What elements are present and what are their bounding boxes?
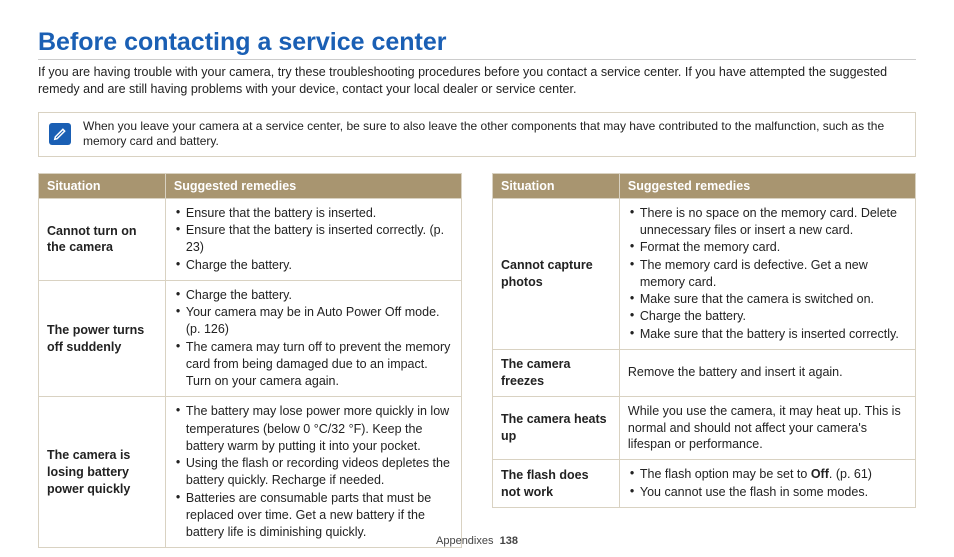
- th-remedies: Suggested remedies: [165, 173, 461, 198]
- table-row: The camera freezesRemove the battery and…: [493, 349, 916, 396]
- remedy-item: The flash option may be set to Off. (p. …: [628, 466, 907, 483]
- remedy-item: Charge the battery.: [174, 287, 453, 304]
- remedy-item: Make sure that the battery is inserted c…: [628, 326, 907, 343]
- remedy-list: Ensure that the battery is inserted.Ensu…: [174, 205, 453, 274]
- th-remedies: Suggested remedies: [619, 173, 915, 198]
- situation-cell: The power turns off suddenly: [39, 280, 166, 397]
- remedy-cell: While you use the camera, it may heat up…: [619, 396, 915, 460]
- remedy-list: There is no space on the memory card. De…: [628, 205, 907, 343]
- note-text: When you leave your camera at a service …: [83, 119, 905, 150]
- remedy-cell: The battery may lose power more quickly …: [165, 397, 461, 548]
- remedy-item: Ensure that the battery is inserted corr…: [174, 222, 453, 257]
- remedy-item: The battery may lose power more quickly …: [174, 403, 453, 455]
- left-column: Situation Suggested remedies Cannot turn…: [38, 173, 462, 549]
- remedy-item: Your camera may be in Auto Power Off mod…: [174, 304, 453, 339]
- remedy-item: Format the memory card.: [628, 239, 907, 256]
- remedy-list: The flash option may be set to Off. (p. …: [628, 466, 907, 501]
- remedy-item: The camera may turn off to prevent the m…: [174, 339, 453, 391]
- page-title: Before contacting a service center: [38, 28, 916, 60]
- footer-page-number: 138: [500, 535, 518, 547]
- remedy-item: The memory card is defective. Get a new …: [628, 257, 907, 292]
- remedy-item: Charge the battery.: [174, 257, 453, 274]
- situation-cell: The camera heats up: [493, 396, 620, 460]
- th-situation: Situation: [39, 173, 166, 198]
- remedy-item: Charge the battery.: [628, 308, 907, 325]
- remedy-cell: Ensure that the battery is inserted.Ensu…: [165, 198, 461, 280]
- note-icon: [49, 123, 71, 145]
- page-footer: Appendixes 138: [0, 535, 954, 547]
- th-situation: Situation: [493, 173, 620, 198]
- note-box: When you leave your camera at a service …: [38, 112, 916, 157]
- right-table: Situation Suggested remedies Cannot capt…: [492, 173, 916, 508]
- remedy-list: The battery may lose power more quickly …: [174, 403, 453, 541]
- table-row: Cannot turn on the cameraEnsure that the…: [39, 198, 462, 280]
- table-row: Cannot capture photosThere is no space o…: [493, 198, 916, 349]
- footer-section: Appendixes: [436, 535, 494, 547]
- remedy-list: Charge the battery.Your camera may be in…: [174, 287, 453, 391]
- remedy-item: Batteries are consumable parts that must…: [174, 490, 453, 542]
- table-row: The camera heats upWhile you use the cam…: [493, 396, 916, 460]
- right-column: Situation Suggested remedies Cannot capt…: [492, 173, 916, 549]
- table-row: The camera is losing battery power quick…: [39, 397, 462, 548]
- situation-cell: Cannot capture photos: [493, 198, 620, 349]
- intro-text: If you are having trouble with your came…: [38, 64, 916, 98]
- remedy-item: You cannot use the flash in some modes.: [628, 484, 907, 501]
- remedy-item: Ensure that the battery is inserted.: [174, 205, 453, 222]
- situation-cell: The camera freezes: [493, 349, 620, 396]
- situation-cell: The camera is losing battery power quick…: [39, 397, 166, 548]
- table-row: The flash does not work The flash option …: [493, 460, 916, 508]
- situation-cell: Cannot turn on the camera: [39, 198, 166, 280]
- content-columns: Situation Suggested remedies Cannot turn…: [38, 173, 916, 549]
- left-table: Situation Suggested remedies Cannot turn…: [38, 173, 462, 549]
- remedy-cell: Remove the battery and insert it again.: [619, 349, 915, 396]
- table-row: The power turns off suddenlyCharge the b…: [39, 280, 462, 397]
- remedy-item: There is no space on the memory card. De…: [628, 205, 907, 240]
- situation-cell: The flash does not work: [493, 460, 620, 508]
- remedy-item: Using the flash or recording videos depl…: [174, 455, 453, 490]
- remedy-item: Make sure that the camera is switched on…: [628, 291, 907, 308]
- remedy-cell: There is no space on the memory card. De…: [619, 198, 915, 349]
- remedy-cell: Charge the battery.Your camera may be in…: [165, 280, 461, 397]
- remedy-cell: The flash option may be set to Off. (p. …: [619, 460, 915, 508]
